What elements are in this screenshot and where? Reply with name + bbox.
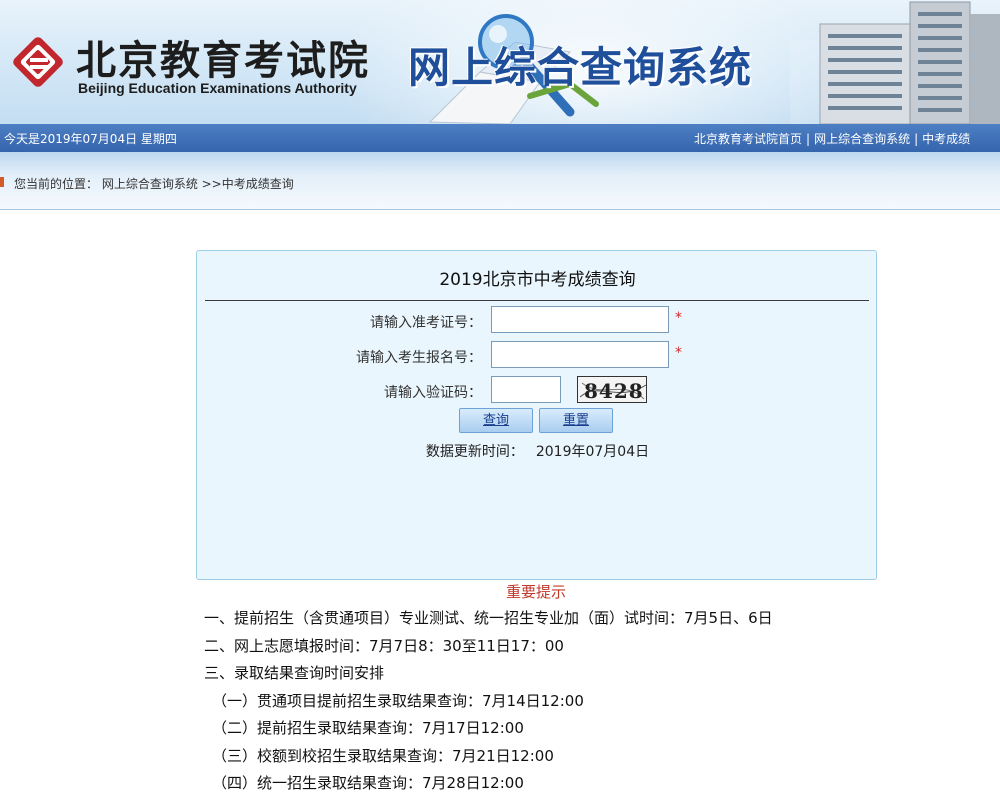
- nav-separator: |: [914, 132, 919, 146]
- panel-divider: [205, 300, 869, 301]
- panel-title: 2019北京市中考成绩查询: [439, 270, 636, 290]
- header-banner: 北京教育考试院 Beijing Education Examinations A…: [0, 0, 1000, 124]
- score-query-panel: 2019北京市中考成绩查询 请输入准考证号： * 请输入考生报名号： * 请输入…: [196, 250, 877, 580]
- notice-line: 二、网上志愿填报时间：7月7日8：30至11日17：00: [204, 636, 564, 655]
- data-update-time: 数据更新时间： 2019年07月04日: [197, 441, 878, 461]
- nav-link-zhongkao[interactable]: 中考成绩: [922, 132, 970, 146]
- exam-number-row: 请输入准考证号： *: [197, 306, 878, 334]
- org-name-en: Beijing Education Examinations Authority: [78, 80, 357, 96]
- exam-number-input[interactable]: [491, 306, 669, 333]
- captcha-row: 请输入验证码：: [197, 376, 878, 404]
- registration-number-label: 请输入考生报名号：: [356, 350, 482, 366]
- query-button[interactable]: 查询: [459, 408, 533, 433]
- notice-line: （一）贯通项目提前招生录取结果查询：7月14日12:00: [212, 691, 584, 710]
- exam-number-label: 请输入准考证号：: [370, 315, 482, 331]
- captcha-input[interactable]: [491, 376, 561, 403]
- nav-separator: |: [806, 132, 811, 146]
- captcha-image[interactable]: 8428: [577, 376, 647, 403]
- top-nav-bar: 今天是2019年07月04日 星期四 北京教育考试院首页 | 网上综合查询系统 | 中考…: [0, 124, 1000, 152]
- current-date: 今天是2019年07月04日 星期四: [4, 132, 177, 146]
- captcha-label: 请输入验证码：: [384, 385, 482, 401]
- system-title: 网上综合查询系统: [408, 43, 753, 92]
- reset-button[interactable]: 重置: [539, 408, 613, 433]
- notice-line: 三、录取结果查询时间安排: [204, 664, 385, 682]
- notice-line: （二）提前招生录取结果查询：7月17日12:00: [212, 719, 524, 737]
- captcha-text: 8428: [584, 379, 644, 403]
- notice-line: （四）统一招生录取结果查询：7月28日12:00: [212, 774, 524, 792]
- org-name-cn: 北京教育考试院: [76, 37, 370, 84]
- notice-line: （三）校额到校招生录取结果查询：7月21日12:00: [212, 746, 554, 765]
- nav-link-query-system[interactable]: 网上综合查询系统: [814, 132, 910, 146]
- bjeea-logo-icon: [13, 37, 63, 87]
- nav-links: 北京教育考试院首页 | 网上综合查询系统 | 中考成绩: [694, 130, 970, 147]
- building-illustration-icon: [790, 1, 1000, 124]
- important-notice-title: 重要提示: [505, 583, 566, 601]
- registration-number-row: 请输入考生报名号： *: [197, 341, 878, 369]
- update-time-label: 数据更新时间：: [425, 444, 524, 460]
- update-time-value: 2019年07月04日: [535, 444, 650, 460]
- required-mark: *: [675, 345, 682, 361]
- important-notice-list: 一、提前招生（含贯通项目）专业测试、统一招生专业加（面）试时间：7月5日、6日 …: [204, 608, 773, 801]
- breadcrumb: 您当前的位置： 网上综合查询系统 >>中考成绩查询: [0, 152, 1000, 210]
- required-mark: *: [675, 310, 682, 326]
- breadcrumb-bullet-icon: [0, 177, 4, 187]
- nav-link-home[interactable]: 北京教育考试院首页: [694, 132, 802, 146]
- registration-number-input[interactable]: [491, 341, 669, 368]
- breadcrumb-text: 您当前的位置： 网上综合查询系统 >>中考成绩查询: [14, 177, 294, 191]
- notice-line: 一、提前招生（含贯通项目）专业测试、统一招生专业加（面）试时间：7月5日、6日: [204, 609, 773, 627]
